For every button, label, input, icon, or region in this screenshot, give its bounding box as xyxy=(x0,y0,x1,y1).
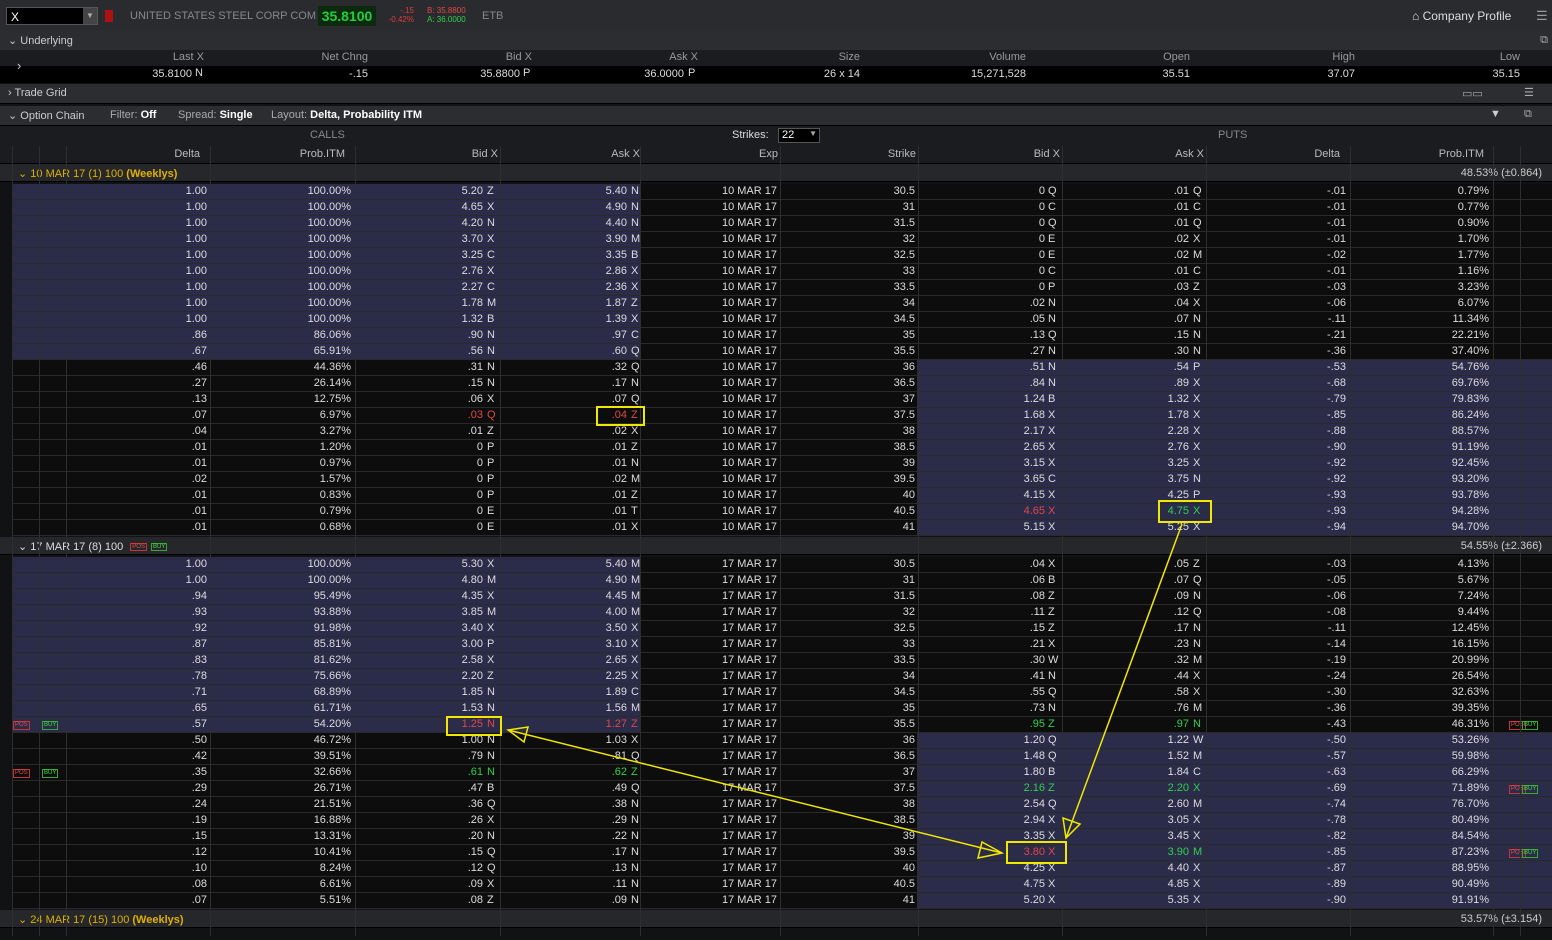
arrow-line xyxy=(1065,523,1183,839)
arrow-head xyxy=(1062,816,1082,840)
arrow-line xyxy=(507,729,1003,854)
annotation-arrows xyxy=(506,523,1183,859)
